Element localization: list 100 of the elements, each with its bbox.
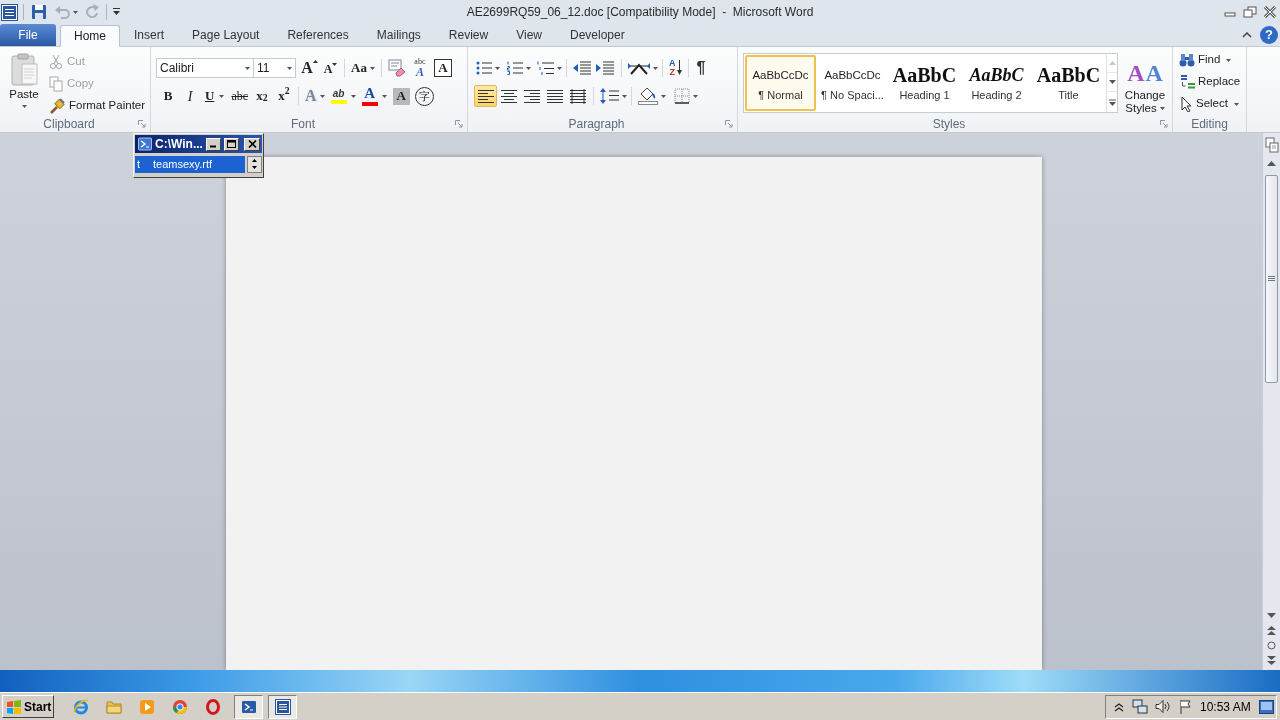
grip-icon [1268, 276, 1275, 282]
dialog-launcher-icon[interactable] [455, 120, 463, 128]
close-button[interactable] [244, 137, 260, 151]
ribbon-tab[interactable]: Mailings [362, 24, 435, 46]
change-case-button[interactable]: Aa [349, 57, 377, 79]
flag-icon[interactable] [1178, 699, 1192, 714]
network-icon[interactable] [1132, 699, 1148, 714]
outdent-icon[interactable] [573, 61, 591, 75]
style-gallery-item[interactable]: AaBbCcDc ¶ Normal [745, 55, 816, 111]
down-arrow-icon [676, 60, 682, 76]
play-tile-icon[interactable] [138, 698, 155, 715]
superscript-button[interactable]: x$^{2}$ [274, 85, 295, 107]
highlight-button[interactable]: ab [328, 85, 358, 107]
change-styles-button[interactable]: AA Change Styles [1120, 53, 1170, 115]
eraser-icon[interactable] [387, 59, 406, 77]
italic-button[interactable]: I [179, 85, 201, 107]
style-gallery-item[interactable]: AaBbC Heading 2 [961, 55, 1032, 111]
terminal-prompt-icon [240, 698, 257, 715]
style-gallery-item[interactable]: AaBbC Title [1033, 55, 1104, 111]
shrink-font-button[interactable]: A [321, 57, 340, 79]
speaker-icon[interactable] [1155, 699, 1170, 714]
editing-command[interactable]: Select [1179, 93, 1246, 115]
browse-object-icon[interactable] [1267, 641, 1276, 650]
ribbon-tab[interactable]: View [502, 24, 556, 46]
o-ring-icon[interactable] [204, 698, 221, 715]
previous-page-icon[interactable] [1267, 626, 1276, 635]
start-button[interactable]: Start [2, 695, 54, 718]
dialog-launcher-icon[interactable] [725, 120, 733, 128]
numbered-list-icon[interactable] [507, 61, 523, 75]
scroll-up-icon[interactable] [1267, 161, 1276, 166]
character-border-button[interactable]: A [433, 59, 452, 77]
phonetic-guide-button[interactable]: abc A [409, 57, 430, 79]
scrollbar-thumb[interactable] [1265, 175, 1278, 383]
group-label: Paragraph [567, 116, 626, 133]
dialog-launcher-icon[interactable] [1160, 120, 1168, 128]
document-logo-icon[interactable] [1, 3, 18, 21]
ruler-toggle-icon[interactable] [1264, 137, 1279, 153]
save-icon[interactable] [31, 4, 47, 20]
collapse-ribbon-icon[interactable] [1242, 32, 1252, 38]
align-center-icon [500, 88, 517, 104]
strikethrough-button[interactable]: abc [229, 85, 251, 107]
angle-arrows-icon[interactable] [628, 60, 650, 76]
line-spacing-icon[interactable] [600, 88, 619, 104]
align-left-icon [477, 88, 494, 104]
maximize-button[interactable] [224, 137, 239, 151]
ribbon-tab[interactable]: References [273, 24, 363, 46]
pilcrow-button[interactable]: ¶ [692, 57, 710, 79]
grow-font-button[interactable]: A [300, 57, 319, 79]
underline-button[interactable]: U [203, 85, 227, 107]
window-title: AE2699RQ59_06_12.doc [Compatibility Mode] - Microsoft Word [465, 4, 815, 21]
down-arrow-icon [1108, 80, 1116, 84]
group-label: Clipboard [42, 116, 96, 133]
tricolor-circle-icon[interactable] [171, 698, 188, 715]
group-label: Font [290, 116, 316, 133]
clipboard-command[interactable]: Format Painter [49, 95, 146, 117]
list-row[interactable]: t teamsexy.rtf [135, 156, 245, 173]
caret-icon [557, 66, 562, 70]
ribbon-tab[interactable]: Home [60, 25, 120, 47]
file-tab[interactable]: File [0, 24, 56, 46]
bold-button[interactable]: B [157, 85, 179, 107]
ribbon-tab[interactable]: Insert [120, 24, 179, 46]
paint-bucket-icon[interactable] [638, 87, 658, 105]
restore-icon[interactable] [1243, 6, 1257, 18]
taskbar-button[interactable] [234, 694, 263, 719]
caret-icon [245, 66, 250, 70]
ribbon-tab[interactable]: Review [434, 24, 503, 46]
help-button[interactable]: ? [1260, 26, 1278, 44]
font-size-field[interactable]: 11 [254, 58, 296, 78]
caret-icon [526, 66, 531, 70]
editing-command[interactable]: Find [1179, 49, 1246, 71]
scroll-down-icon[interactable] [1267, 613, 1276, 618]
show-desktop-icon[interactable] [1259, 699, 1274, 714]
style-gallery-item[interactable]: AaBbCcDc ¶ No Spaci... [817, 55, 888, 111]
paste-button[interactable]: Paste [3, 50, 45, 116]
close-icon[interactable] [1263, 6, 1277, 18]
taskbar-button[interactable] [268, 694, 297, 719]
caret-icon [1159, 107, 1165, 111]
customize-menu-icon[interactable] [112, 7, 121, 17]
minimize-button[interactable] [206, 137, 221, 151]
dialog-launcher-icon[interactable] [138, 120, 146, 128]
caret-icon [287, 66, 292, 70]
editing-command[interactable]: Replace [1179, 71, 1246, 93]
next-page-icon[interactable] [1267, 656, 1276, 665]
multilevel-list-icon[interactable] [537, 61, 554, 75]
spin-control[interactable] [247, 156, 262, 173]
sort-button[interactable]: A Z [667, 57, 684, 79]
style-gallery-item[interactable]: AaBbC Heading 1 [889, 55, 960, 111]
align-left-button[interactable] [474, 85, 497, 107]
font-color-button[interactable]: A [359, 85, 389, 107]
replace-icon [1179, 74, 1195, 90]
bullet-list-icon[interactable] [476, 61, 492, 75]
double-caret-icon[interactable] [1114, 701, 1124, 712]
font-name-field[interactable]: Calibri [156, 58, 254, 78]
ribbon-tab[interactable]: Page Layout [178, 24, 274, 46]
indent-icon[interactable] [596, 61, 614, 75]
border-grid-icon[interactable] [674, 88, 690, 104]
ribbon-tab[interactable]: Developer [555, 24, 639, 46]
character-shading-button[interactable]: A [392, 87, 410, 105]
subscript-button[interactable]: x$_{2}$ [252, 85, 273, 107]
more-arrow-icon [1108, 98, 1116, 106]
